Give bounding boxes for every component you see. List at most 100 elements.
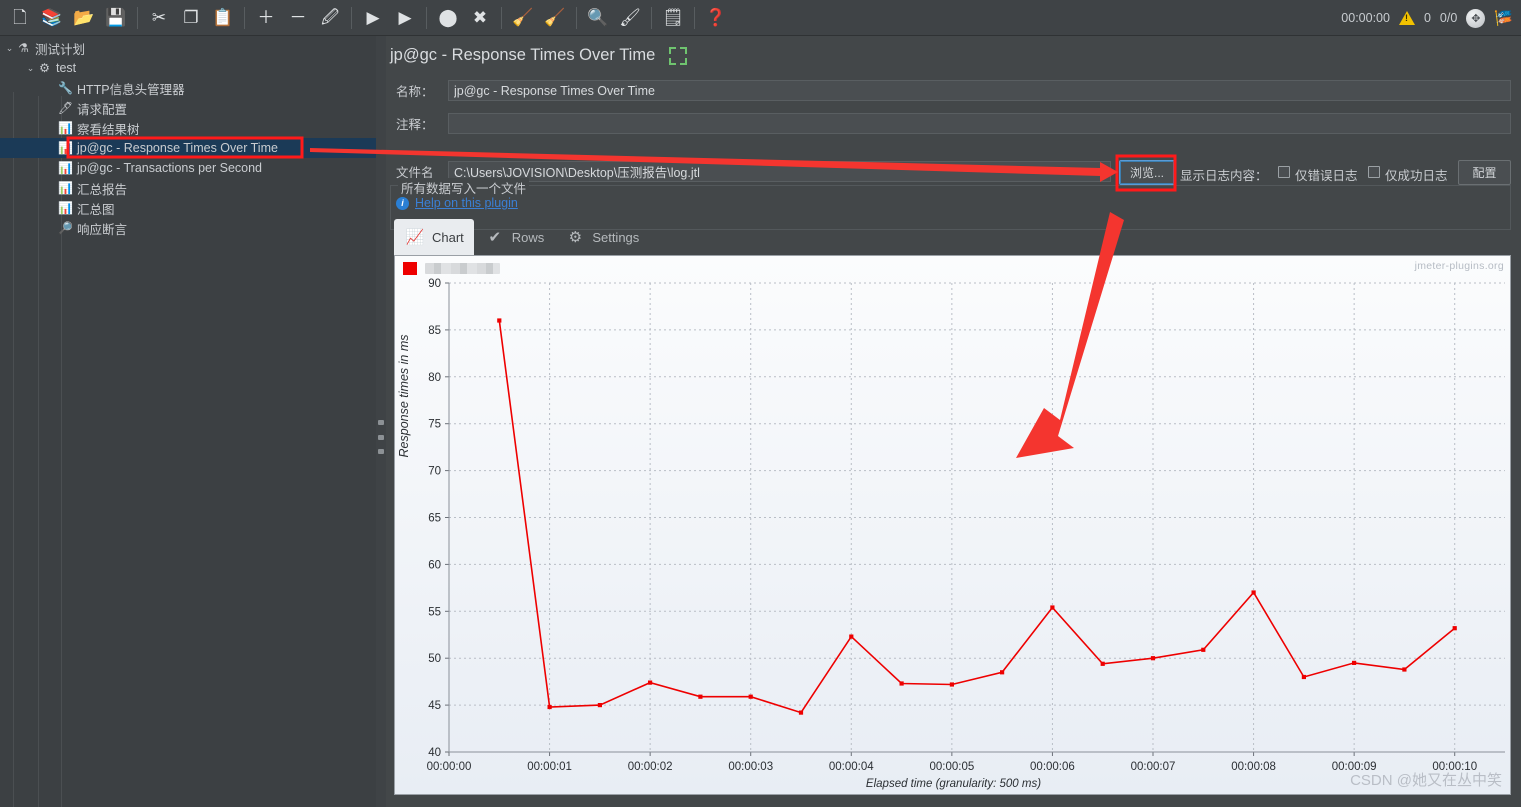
tab-rows[interactable]: ✔ Rows <box>474 219 555 255</box>
response-assertion-icon: 🔎 <box>58 221 73 235</box>
x-tick-label: 00:00:09 <box>1332 761 1377 773</box>
toolbar-separator <box>426 6 427 29</box>
series-line-0[interactable] <box>498 320 1456 714</box>
save-icon[interactable]: 💾 <box>102 4 130 32</box>
new-icon[interactable]: 🗋 <box>6 4 34 32</box>
sidebar-item-label: 测试计划 <box>35 42 86 57</box>
sidebar-item-9[interactable]: 🔎 响应断言 <box>0 218 376 238</box>
sidebar-item-2[interactable]: 🔧 HTTP信息头管理器 <box>0 78 376 98</box>
help-on-plugin-link[interactable]: i Help on this plugin <box>396 196 518 210</box>
data-point[interactable] <box>949 682 954 687</box>
data-point[interactable] <box>1000 670 1005 675</box>
sidebar-item-8[interactable]: 📊 汇总图 <box>0 198 376 218</box>
data-point[interactable] <box>597 703 602 708</box>
view-results-tree-icon: 📊 <box>58 121 73 135</box>
sidebar-item-3[interactable]: 🖊 请求配置 <box>0 98 376 118</box>
open-icon[interactable]: 📂 <box>70 4 98 32</box>
chart-container: jmeter-plugins.org CSDN @她又在丛中笑 Response… <box>394 255 1511 795</box>
search-icon[interactable]: 🔍 <box>584 4 612 32</box>
help-link-text[interactable]: Help on this plugin <box>415 196 518 210</box>
data-point[interactable] <box>849 634 854 639</box>
y-tick-label: 75 <box>428 419 441 431</box>
summary-report-icon: 📊 <box>58 181 73 195</box>
filename-input[interactable] <box>448 161 1111 182</box>
data-point[interactable] <box>1100 661 1105 666</box>
help-icon[interactable]: ❓ <box>702 4 730 32</box>
templates-icon[interactable]: 📚 <box>38 4 66 32</box>
clear-all-icon[interactable]: 🧹 <box>541 4 569 32</box>
data-point[interactable] <box>547 704 552 710</box>
chevron-down-icon[interactable]: ⌄ <box>25 63 36 74</box>
errors-only-checkbox[interactable] <box>1278 166 1290 178</box>
tab-chart[interactable]: 📈 Chart <box>394 219 474 255</box>
name-input[interactable] <box>448 80 1511 101</box>
copy-icon[interactable]: ❐ <box>177 4 205 32</box>
data-point[interactable] <box>748 694 753 699</box>
toolbar-status: 00:00:00 0 0/0 ✥ 🎏 <box>1341 0 1513 36</box>
name-label: 名称： <box>396 85 434 99</box>
data-point[interactable] <box>1251 590 1256 595</box>
toolbar-separator <box>244 6 245 29</box>
move-icon[interactable]: ✥ <box>1466 8 1486 28</box>
data-point[interactable] <box>1352 660 1357 665</box>
data-point[interactable] <box>1301 674 1306 680</box>
data-point[interactable] <box>899 681 904 686</box>
sidebar-item-7[interactable]: 📊 汇总报告 <box>0 178 376 198</box>
tab-label: Rows <box>511 229 545 245</box>
maximize-icon[interactable] <box>669 46 688 65</box>
errors-only-label[interactable]: 仅错误日志 <box>1295 165 1358 184</box>
tab-label: Chart <box>432 229 464 245</box>
comment-input[interactable] <box>448 113 1511 134</box>
paste-icon[interactable]: 📋 <box>209 4 237 32</box>
sidebar-item-4[interactable]: 📊 察看结果树 <box>0 118 376 138</box>
data-point[interactable] <box>798 710 804 715</box>
info-icon: i <box>396 196 409 210</box>
sidebar-item-label: jp@gc - Response Times Over Time <box>77 141 278 155</box>
success-only-checkbox[interactable] <box>1368 166 1380 178</box>
x-tick-label: 00:00:03 <box>728 761 773 773</box>
sidebar-item-6[interactable]: 📊 jp@gc - Transactions per Second <box>0 158 376 178</box>
sidebar-item-1[interactable]: ⌄ ⚙ test <box>0 58 376 78</box>
start-icon[interactable]: ▶ <box>359 4 387 32</box>
cut-icon[interactable]: ✂ <box>145 4 173 32</box>
data-point[interactable] <box>1050 605 1055 610</box>
splitter-grip[interactable] <box>378 420 384 454</box>
chevron-down-icon[interactable]: ⌄ <box>4 43 15 54</box>
thread-group-icon: ⚙ <box>39 61 50 75</box>
x-tick-label: 00:00:05 <box>929 761 974 773</box>
data-point[interactable] <box>1201 647 1206 652</box>
toggle-icon[interactable]: 🖉 <box>316 4 344 32</box>
sidebar-item-label: 察看结果树 <box>77 122 140 137</box>
stop-icon[interactable]: ⬤ <box>434 4 462 32</box>
sidebar-splitter[interactable] <box>376 36 386 807</box>
data-point[interactable] <box>1402 667 1407 672</box>
data-point[interactable] <box>1150 656 1156 661</box>
y-tick-label: 65 <box>428 513 441 525</box>
configure-button[interactable]: 配置 <box>1458 160 1511 185</box>
sidebar-item-5[interactable]: 📊 jp@gc - Response Times Over Time <box>0 138 376 158</box>
reset-search-icon[interactable]: 🖌 <box>616 4 644 32</box>
listener-tabs[interactable]: 📈 Chart ✔ Rows ⚙ Settings <box>394 219 649 255</box>
tab-settings[interactable]: ⚙ Settings <box>554 219 649 255</box>
data-point[interactable] <box>1452 626 1457 631</box>
shutdown-icon[interactable]: ✖ <box>466 4 494 32</box>
expand-all-icon[interactable]: ＋ <box>252 4 280 32</box>
data-point[interactable] <box>648 680 653 685</box>
test-plan-tree[interactable]: ⌄ ⚗ 测试计划 ⌄ ⚙ test 🔧 HTTP信息头管理器 🖊 请求配置 📊 察看结果树 📊 jp@gc… <box>0 36 376 807</box>
success-only-label[interactable]: 仅成功日志 <box>1385 165 1448 184</box>
browse-button[interactable]: 浏览... <box>1119 160 1175 185</box>
data-point[interactable] <box>497 318 502 323</box>
clear-icon[interactable]: 🧹 <box>509 4 537 32</box>
collapse-all-icon[interactable]: － <box>284 4 312 32</box>
warning-icon[interactable] <box>1398 11 1415 25</box>
sidebar-item-label: jp@gc - Transactions per Second <box>77 161 263 175</box>
x-tick-label: 00:00:02 <box>628 761 673 773</box>
start-no-pause-icon[interactable]: ▶ <box>391 4 419 32</box>
function-helper-icon[interactable]: 🗒 <box>659 4 687 32</box>
data-point[interactable] <box>698 694 703 699</box>
sidebar-item-label: HTTP信息头管理器 <box>77 82 185 97</box>
sidebar-item-0[interactable]: ⌄ ⚗ 测试计划 <box>0 38 376 58</box>
toolbar-separator <box>351 6 352 29</box>
chart-plot[interactable]: 40 45 50 55 60 65 70 75 80 85 90 00:00:00 00:00:01 00… <box>395 256 1512 796</box>
rows-tab-icon: ✔ <box>488 229 502 246</box>
